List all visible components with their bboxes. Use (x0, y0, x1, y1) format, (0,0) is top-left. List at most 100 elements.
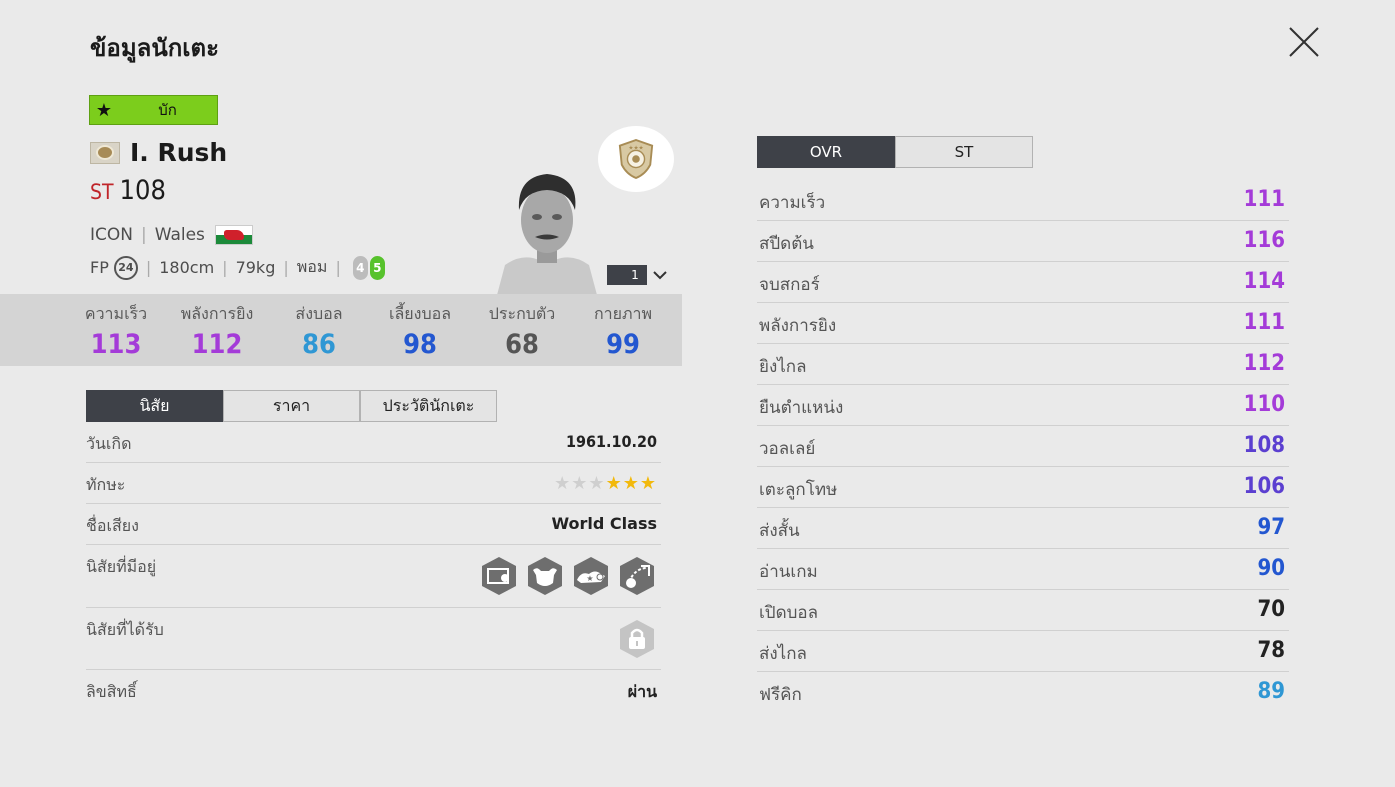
lock-icon[interactable] (617, 619, 657, 663)
close-button[interactable] (1284, 22, 1324, 62)
summary-stat: ส่งบอล 86 (269, 294, 369, 360)
summary-stats-bar: ความเร็ว 113 พลังการยิง 112 ส่งบอล 86 เล… (0, 294, 682, 366)
attribute-name: ส่งสั้น (759, 521, 800, 541)
empty-star-icon: ★★★ (554, 473, 606, 494)
detail-row-license: ลิขสิทธิ์ ผ่าน (86, 670, 661, 710)
attribute-value: 78 (1257, 638, 1285, 663)
attribute-value: 89 (1257, 679, 1285, 704)
attribute-row: ส่งสั้น 97 (757, 507, 1289, 549)
svg-text:★★★: ★★★ (628, 145, 643, 152)
separator: | (222, 258, 228, 277)
summary-stat: ประกบตัว 68 (472, 294, 572, 360)
icon-club-badge: ★★★ (598, 126, 674, 192)
summary-stat: กายภาพ 99 (573, 294, 673, 360)
attribute-name: ความเร็ว (759, 193, 826, 213)
license-value: ผ่าน (627, 682, 657, 701)
separator: | (140, 225, 147, 245)
detail-label: วันเกิด (86, 434, 132, 453)
bull-power-trait-icon[interactable] (525, 556, 565, 596)
attribute-name: อ่านเกม (759, 562, 818, 582)
separator: | (283, 258, 289, 277)
tab-ovr[interactable]: OVR (757, 136, 895, 168)
position-tabs: OVR ST (757, 136, 1033, 168)
season-badge: ★ บัก (89, 95, 218, 125)
attribute-name: พลังการยิง (759, 316, 837, 336)
separator: | (335, 258, 341, 277)
wales-flag-icon (214, 225, 253, 245)
stat-label: เลี้ยงบอล (388, 304, 452, 323)
detail-label: นิสัยที่ได้รับ (86, 620, 164, 639)
stat-label: ส่งบอล (295, 304, 343, 323)
detail-row-traits-acquired: นิสัยที่ได้รับ (86, 608, 661, 670)
detail-label: ทักษะ (86, 475, 126, 494)
attribute-name: ยืนตำแหน่ง (759, 398, 844, 418)
nation-name: Wales (154, 225, 205, 245)
attribute-row: พลังการยิง 111 (757, 302, 1289, 344)
body-type: พอม (296, 257, 328, 276)
level-box: 1 (607, 265, 647, 285)
page-title: ข้อมูลนักเตะ (90, 34, 219, 62)
summary-stat: เลี้ยงบอล 98 (370, 294, 470, 360)
icon-crest-icon: ★★★ (618, 138, 654, 180)
attribute-value: 116 (1243, 228, 1285, 253)
attribute-name: วอลเลย์ (759, 439, 816, 459)
attribute-value: 70 (1257, 597, 1285, 622)
attribute-value: 110 (1243, 392, 1285, 417)
stat-value: 112 (191, 329, 243, 360)
fp-label: FP (90, 258, 109, 277)
stat-value: 68 (505, 329, 539, 360)
star-icon: ★ (95, 99, 113, 121)
attribute-name: เตะลูกโทษ (759, 480, 838, 500)
detail-row-reputation: ชื่อเสียง World Class (86, 504, 661, 545)
detail-row-birth: วันเกิด 1961.10.20 (86, 422, 661, 463)
attribute-row: จบสกอร์ 114 (757, 261, 1289, 303)
attribute-value: 111 (1243, 187, 1285, 212)
stat-label: ความเร็ว (84, 304, 148, 323)
tab-history[interactable]: ประวัตินักเตะ (360, 390, 497, 422)
stat-label: กายภาพ (593, 304, 653, 323)
attribute-row: เปิดบอล 70 (757, 589, 1289, 631)
height: 180cm (159, 258, 215, 277)
chevron-down-icon (653, 271, 667, 280)
player-portrait (497, 165, 597, 295)
speed-dribbler-trait-icon[interactable]: ★ (571, 556, 611, 596)
stat-label: พลังการยิง (180, 304, 254, 323)
attribute-value: 106 (1243, 474, 1285, 499)
detail-label: นิสัยที่มีอยู่ (86, 557, 157, 576)
attribute-row: ยิงไกล 112 (757, 343, 1289, 385)
tab-price[interactable]: ราคา (223, 390, 360, 422)
season-label: บัก (158, 101, 177, 119)
tab-traits[interactable]: นิสัย (86, 390, 223, 422)
level-selector[interactable]: 1 (607, 265, 669, 285)
attribute-value: 108 (1243, 433, 1285, 458)
fp-value: 24 (113, 255, 138, 280)
player-name: I. Rush (130, 138, 228, 167)
attribute-name: ยิงไกล (759, 357, 807, 377)
trait-icons: ★ (473, 556, 657, 596)
stat-value: 98 (403, 329, 437, 360)
icon-season-flag-icon (90, 141, 120, 164)
goalkeeper-chip-trait-icon[interactable] (479, 556, 519, 596)
attribute-value: 114 (1243, 269, 1285, 294)
detail-row-traits-owned: นิสัยที่มีอยู่ ★ (86, 545, 661, 608)
weight: 79kg (235, 258, 276, 277)
filled-star-icon: ★★★ (605, 473, 657, 494)
position-code: ST (90, 180, 114, 204)
long-shot-trait-icon[interactable] (617, 556, 657, 596)
attribute-row: ยืนตำแหน่ง 110 (757, 384, 1289, 426)
player-name-row: I. Rush (90, 138, 227, 167)
attribute-name: จบสกอร์ (759, 275, 820, 295)
attribute-name: ส่งไกล (759, 644, 807, 664)
attribute-name: เปิดบอล (759, 603, 819, 623)
tab-st[interactable]: ST (895, 136, 1033, 168)
summary-stat: ความเร็ว 113 (66, 294, 166, 360)
overall-rating: 108 (119, 175, 166, 206)
stat-value: 86 (302, 329, 336, 360)
position-ovr: ST 108 (90, 175, 166, 206)
attribute-value: 97 (1257, 515, 1285, 540)
attribute-row: อ่านเกม 90 (757, 548, 1289, 590)
stat-label: ประกบตัว (488, 304, 556, 323)
detail-tabs: นิสัย ราคา ประวัตินักเตะ (86, 390, 497, 422)
attribute-row: เตะลูกโทษ 106 (757, 466, 1289, 508)
summary-stat: พลังการยิง 112 (167, 294, 267, 360)
